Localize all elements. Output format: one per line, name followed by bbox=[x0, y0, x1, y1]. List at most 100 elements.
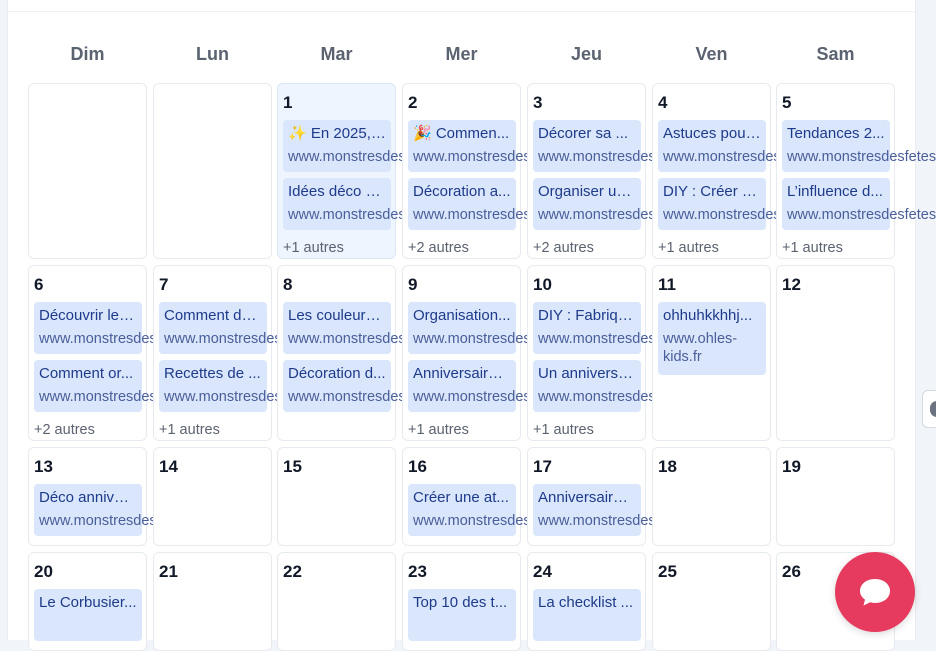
day-cell-11[interactable]: 11 ohhuhkkhhj... www.ohles-kids.fr bbox=[652, 265, 771, 441]
calendar-event[interactable]: Anniversaire ... www.monstresdesfetes.com bbox=[533, 484, 719, 536]
chat-button[interactable] bbox=[835, 552, 915, 632]
calendar-event[interactable]: Top 10 des t... bbox=[408, 589, 516, 641]
day-cell-7[interactable]: 7 Comment dé... www.monstresdesfetes.com Re… bbox=[153, 265, 345, 441]
event-title: Un anniversa... bbox=[538, 365, 636, 382]
event-url: www.monstresdesfetes.com bbox=[538, 207, 719, 223]
day-cell-21[interactable]: 21 bbox=[153, 552, 272, 651]
day-cell-3[interactable]: 3 Décorer sa ... www.monstresdesfetes.com O… bbox=[527, 83, 719, 259]
event-url: www.monstresdesfetes.com bbox=[538, 331, 719, 347]
more-events-link[interactable]: +1 autres bbox=[782, 240, 843, 256]
day-cell-6[interactable]: 6 Découvrir les... www.monstresdesfetes.co… bbox=[28, 265, 220, 441]
calendar-event[interactable]: ohhuhkkhhj... www.ohles-kids.fr bbox=[658, 302, 766, 375]
calendar-event[interactable]: Les couleurs ... www.monstresdesfetes.com bbox=[283, 302, 469, 354]
calendar-event[interactable]: Comment dé... www.monstresdesfetes.com bbox=[159, 302, 345, 354]
day-cell-18[interactable]: 18 bbox=[652, 447, 771, 546]
day-cell-15[interactable]: 15 bbox=[277, 447, 396, 546]
event-url: www.ohles-kids.fr bbox=[663, 331, 738, 365]
calendar-event[interactable]: L’influence d... www.monstresdesfetes.com bbox=[782, 178, 936, 230]
day-cell-14[interactable]: 14 bbox=[153, 447, 272, 546]
day-number: 15 bbox=[283, 457, 302, 476]
day-cell-25[interactable]: 25 bbox=[652, 552, 771, 651]
day-cell-2[interactable]: 2 🎉 Commen... www.monstresdesfetes.com Déco… bbox=[402, 83, 594, 259]
event-title: 🎉 Commen... bbox=[413, 125, 510, 142]
day-cell-22[interactable]: 22 bbox=[277, 552, 396, 651]
day-cell-20[interactable]: 20 Le Corbusier... bbox=[28, 552, 147, 651]
weekday-label: Mer bbox=[445, 44, 478, 64]
event-url: www.monstresdesfetes.com bbox=[787, 207, 936, 223]
more-events-link[interactable]: +2 autres bbox=[408, 240, 469, 256]
calendar-event[interactable]: Décorer sa ... www.monstresdesfetes.com bbox=[533, 120, 719, 172]
day-number: 18 bbox=[658, 457, 677, 476]
day-number: 21 bbox=[159, 562, 178, 581]
calendar-event[interactable]: ✨ En 2025, ... www.monstresdesfetes.com bbox=[283, 120, 469, 172]
event-url: www.monstresdesfetes.com bbox=[538, 513, 719, 529]
event-title: ✨ En 2025, ... bbox=[288, 125, 386, 142]
event-url: www.monstresdesfetes.com bbox=[288, 207, 469, 223]
calendar-event[interactable]: DIY : Fabriqu... www.monstresdesfetes.com bbox=[533, 302, 719, 354]
day-number: 24 bbox=[533, 562, 552, 581]
chat-bubble-icon bbox=[860, 579, 890, 606]
side-panel-handle[interactable] bbox=[922, 390, 936, 428]
more-events-link[interactable]: +1 autres bbox=[159, 422, 220, 438]
more-events-link[interactable]: +1 autres bbox=[533, 422, 594, 438]
calendar-event[interactable]: DIY : Créer u... www.monstresdesfetes.com bbox=[658, 178, 844, 230]
day-cell-9[interactable]: 9 Organisation... www.monstresdesfetes.com… bbox=[402, 265, 594, 441]
day-number: 4 bbox=[658, 93, 668, 112]
day-cell-8[interactable]: 8 Les couleurs ... www.monstresdesfetes.co… bbox=[277, 265, 469, 441]
weekday-label: Sam bbox=[816, 44, 855, 64]
calendar-event[interactable]: Le Corbusier... bbox=[34, 589, 142, 641]
calendar-event[interactable]: Créer une at... www.monstresdesfetes.com bbox=[408, 484, 594, 536]
event-url: www.monstresdesfetes.com bbox=[413, 389, 594, 405]
day-cell-5[interactable]: 5Tendances 2...www.monstresdesfetes.comL… bbox=[776, 83, 936, 259]
day-number: 7 bbox=[159, 275, 169, 294]
day-number: 12 bbox=[782, 275, 801, 294]
calendar-event[interactable]: La checklist ... bbox=[533, 589, 641, 641]
more-events-link[interactable]: +1 autres bbox=[408, 422, 469, 438]
calendar-event[interactable]: Astuces pour... www.monstresdesfetes.com bbox=[658, 120, 844, 172]
calendar-event[interactable]: Décoration d... www.monstresdesfetes.com bbox=[283, 360, 469, 412]
day-cell-13[interactable]: 13 Déco anniver... www.monstresdesfetes.co… bbox=[28, 447, 220, 546]
more-events-link[interactable]: +1 autres bbox=[283, 240, 344, 256]
day-number: 16 bbox=[408, 457, 427, 476]
event-title: Les couleurs ... bbox=[288, 307, 386, 324]
day-cell-10[interactable]: 10 DIY : Fabriqu... www.monstresdesfetes.c… bbox=[527, 265, 719, 441]
event-url: www.monstresdesfetes.com bbox=[413, 331, 594, 347]
weekday-label: Ven bbox=[695, 44, 728, 64]
day-number: 8 bbox=[283, 275, 293, 294]
event-url: www.monstresdesfetes.com bbox=[39, 513, 220, 529]
day-cell-12[interactable]: 12 bbox=[776, 265, 895, 441]
calendar-event[interactable]: Comment or... www.monstresdesfetes.com bbox=[34, 360, 220, 412]
calendar-event[interactable]: Un anniversa... www.monstresdesfetes.com bbox=[533, 360, 719, 412]
day-number: 9 bbox=[408, 275, 418, 294]
event-title: ohhuhkkhhj... bbox=[663, 307, 753, 324]
calendar-event[interactable]: Anniversaire ... www.monstresdesfetes.com bbox=[408, 360, 594, 412]
calendar-event[interactable]: Déco anniver... www.monstresdesfetes.com bbox=[34, 484, 220, 536]
event-url: www.monstresdesfetes.com bbox=[288, 389, 469, 405]
more-events-link[interactable]: +2 autres bbox=[533, 240, 594, 256]
day-cell-19[interactable]: 19 bbox=[776, 447, 895, 546]
event-url: www.monstresdesfetes.com bbox=[787, 149, 936, 165]
more-events-link[interactable]: +2 autres bbox=[34, 422, 95, 438]
calendar-event[interactable]: Organisation... www.monstresdesfetes.com bbox=[408, 302, 594, 354]
calendar-event[interactable]: Décoration a... www.monstresdesfetes.com bbox=[408, 178, 594, 230]
day-cell-24[interactable]: 24 La checklist ... bbox=[527, 552, 646, 651]
calendar-event[interactable]: Découvrir les... www.monstresdesfetes.com bbox=[34, 302, 220, 354]
weekday-label: Mar bbox=[320, 44, 353, 64]
empty-day-cell[interactable] bbox=[28, 83, 147, 259]
day-cell-17[interactable]: 17 Anniversaire ... www.monstresdesfetes.c… bbox=[527, 447, 719, 546]
day-cell-16[interactable]: 16 Créer une at... www.monstresdesfetes.co… bbox=[402, 447, 594, 546]
calendar-event[interactable]: 🎉 Commen... www.monstresdesfetes.com bbox=[408, 120, 594, 172]
empty-day-cell[interactable] bbox=[153, 83, 272, 259]
calendar-event[interactable]: Organiser un... www.monstresdesfetes.com bbox=[533, 178, 719, 230]
day-number: 17 bbox=[533, 457, 552, 476]
calendar-event[interactable]: Idées déco p... www.monstresdesfetes.com bbox=[283, 178, 469, 230]
calendar-event[interactable]: Tendances 2... www.monstresdesfetes.com bbox=[782, 120, 936, 172]
event-url: www.monstresdesfetes.com bbox=[538, 149, 719, 165]
calendar-event[interactable]: Recettes de ... www.monstresdesfetes.com bbox=[159, 360, 345, 412]
event-url: www.monstresdesfetes.com bbox=[39, 331, 220, 347]
event-title: Top 10 des t... bbox=[413, 594, 508, 611]
more-events-link[interactable]: +1 autres bbox=[658, 240, 719, 256]
day-cell-4[interactable]: 4 Astuces pour... www.monstresdesfetes.com… bbox=[652, 83, 844, 259]
day-cell-23[interactable]: 23 Top 10 des t... bbox=[402, 552, 521, 651]
day-cell-1[interactable]: 1 ✨ En 2025, ... www.monstresdesfetes.com I… bbox=[277, 83, 469, 259]
